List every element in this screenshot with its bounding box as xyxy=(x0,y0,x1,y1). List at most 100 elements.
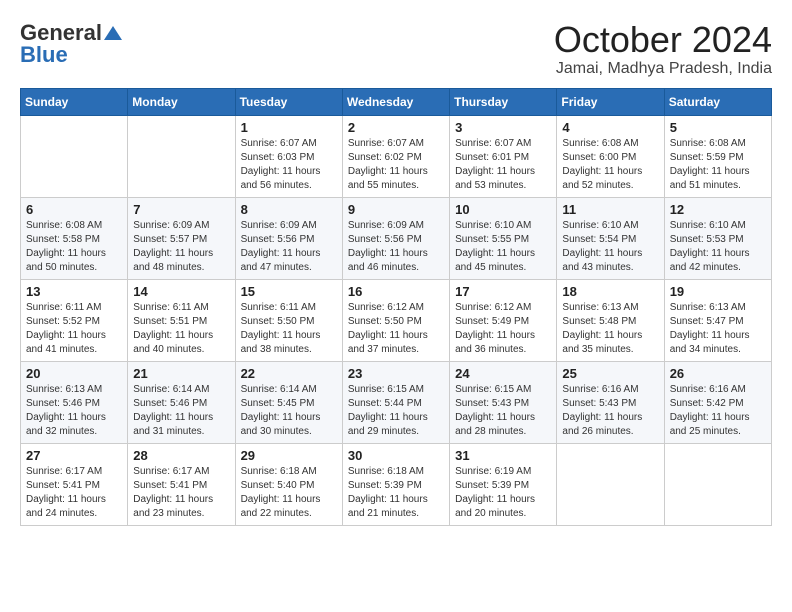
weekday-header-row: SundayMondayTuesdayWednesdayThursdayFrid… xyxy=(21,88,772,115)
day-number: 22 xyxy=(241,366,337,381)
day-detail: Sunrise: 6:10 AM Sunset: 5:54 PM Dayligh… xyxy=(562,219,658,275)
day-number: 21 xyxy=(133,366,229,381)
calendar-week-4: 20 Sunrise: 6:13 AM Sunset: 5:46 PM Dayli… xyxy=(21,361,772,443)
day-detail: Sunrise: 6:09 AM Sunset: 5:56 PM Dayligh… xyxy=(241,219,337,275)
calendar-cell: 22 Sunrise: 6:14 AM Sunset: 5:45 PM Dayli… xyxy=(235,361,342,443)
day-detail: Sunrise: 6:16 AM Sunset: 5:42 PM Dayligh… xyxy=(670,383,766,439)
calendar-cell: 9 Sunrise: 6:09 AM Sunset: 5:56 PM Daylig… xyxy=(342,197,449,279)
day-detail: Sunrise: 6:07 AM Sunset: 6:01 PM Dayligh… xyxy=(455,137,551,193)
calendar-week-2: 6Sunrise: 6:08 AM Sunset: 5:58 PM Daylig… xyxy=(21,197,772,279)
day-number: 30 xyxy=(348,448,444,463)
calendar-cell: 28Sunrise: 6:17 AM Sunset: 5:41 PM Dayli… xyxy=(128,443,235,525)
calendar-cell: 30 Sunrise: 6:18 AM Sunset: 5:39 PM Dayli… xyxy=(342,443,449,525)
month-title: October 2024 xyxy=(554,20,772,60)
weekday-sunday: Sunday xyxy=(21,88,128,115)
day-detail: Sunrise: 6:18 AM Sunset: 5:39 PM Dayligh… xyxy=(348,465,444,521)
calendar-cell: 14 Sunrise: 6:11 AM Sunset: 5:51 PM Dayli… xyxy=(128,279,235,361)
day-detail: Sunrise: 6:17 AM Sunset: 5:41 PM Dayligh… xyxy=(26,465,122,521)
calendar-cell: 5 Sunrise: 6:08 AM Sunset: 5:59 PM Daylig… xyxy=(664,115,771,197)
day-number: 5 xyxy=(670,120,766,135)
weekday-wednesday: Wednesday xyxy=(342,88,449,115)
day-detail: Sunrise: 6:18 AM Sunset: 5:40 PM Dayligh… xyxy=(241,465,337,521)
calendar-cell: 8 Sunrise: 6:09 AM Sunset: 5:56 PM Daylig… xyxy=(235,197,342,279)
day-number: 24 xyxy=(455,366,551,381)
location: Jamai, Madhya Pradesh, India xyxy=(554,60,772,78)
day-detail: Sunrise: 6:12 AM Sunset: 5:49 PM Dayligh… xyxy=(455,301,551,357)
calendar-week-5: 27 Sunrise: 6:17 AM Sunset: 5:41 PM Dayli… xyxy=(21,443,772,525)
day-number: 16 xyxy=(348,284,444,299)
weekday-monday: Monday xyxy=(128,88,235,115)
day-number: 19 xyxy=(670,284,766,299)
calendar-cell: 12 Sunrise: 6:10 AM Sunset: 5:53 PM Dayli… xyxy=(664,197,771,279)
calendar-cell: 3 Sunrise: 6:07 AM Sunset: 6:01 PM Daylig… xyxy=(450,115,557,197)
day-detail: Sunrise: 6:13 AM Sunset: 5:48 PM Dayligh… xyxy=(562,301,658,357)
logo-blue: Blue xyxy=(20,42,68,68)
calendar-week-3: 13Sunrise: 6:11 AM Sunset: 5:52 PM Dayli… xyxy=(21,279,772,361)
calendar-cell: 29Sunrise: 6:18 AM Sunset: 5:40 PM Dayli… xyxy=(235,443,342,525)
calendar-cell: 20 Sunrise: 6:13 AM Sunset: 5:46 PM Dayli… xyxy=(21,361,128,443)
day-number: 18 xyxy=(562,284,658,299)
day-number: 2 xyxy=(348,120,444,135)
calendar-cell: 23 Sunrise: 6:15 AM Sunset: 5:44 PM Dayli… xyxy=(342,361,449,443)
calendar-week-1: 1Sunrise: 6:07 AM Sunset: 6:03 PM Daylig… xyxy=(21,115,772,197)
day-detail: Sunrise: 6:15 AM Sunset: 5:44 PM Dayligh… xyxy=(348,383,444,439)
calendar-cell: 26Sunrise: 6:16 AM Sunset: 5:42 PM Dayli… xyxy=(664,361,771,443)
calendar-cell: 18 Sunrise: 6:13 AM Sunset: 5:48 PM Dayli… xyxy=(557,279,664,361)
calendar-table: SundayMondayTuesdayWednesdayThursdayFrid… xyxy=(20,88,772,526)
day-detail: Sunrise: 6:19 AM Sunset: 5:39 PM Dayligh… xyxy=(455,465,551,521)
day-detail: Sunrise: 6:11 AM Sunset: 5:50 PM Dayligh… xyxy=(241,301,337,357)
day-detail: Sunrise: 6:14 AM Sunset: 5:45 PM Dayligh… xyxy=(241,383,337,439)
day-detail: Sunrise: 6:07 AM Sunset: 6:02 PM Dayligh… xyxy=(348,137,444,193)
calendar-cell: 11Sunrise: 6:10 AM Sunset: 5:54 PM Dayli… xyxy=(557,197,664,279)
calendar-cell xyxy=(21,115,128,197)
calendar-cell: 25 Sunrise: 6:16 AM Sunset: 5:43 PM Dayli… xyxy=(557,361,664,443)
weekday-tuesday: Tuesday xyxy=(235,88,342,115)
weekday-thursday: Thursday xyxy=(450,88,557,115)
day-detail: Sunrise: 6:10 AM Sunset: 5:55 PM Dayligh… xyxy=(455,219,551,275)
calendar-cell: 27 Sunrise: 6:17 AM Sunset: 5:41 PM Dayli… xyxy=(21,443,128,525)
calendar-cell xyxy=(557,443,664,525)
calendar-cell: 2 Sunrise: 6:07 AM Sunset: 6:02 PM Daylig… xyxy=(342,115,449,197)
day-number: 10 xyxy=(455,202,551,217)
day-detail: Sunrise: 6:11 AM Sunset: 5:51 PM Dayligh… xyxy=(133,301,229,357)
day-number: 25 xyxy=(562,366,658,381)
day-number: 23 xyxy=(348,366,444,381)
calendar-cell xyxy=(128,115,235,197)
day-detail: Sunrise: 6:16 AM Sunset: 5:43 PM Dayligh… xyxy=(562,383,658,439)
day-detail: Sunrise: 6:09 AM Sunset: 5:56 PM Dayligh… xyxy=(348,219,444,275)
day-number: 31 xyxy=(455,448,551,463)
day-number: 7 xyxy=(133,202,229,217)
day-number: 9 xyxy=(348,202,444,217)
day-number: 28 xyxy=(133,448,229,463)
weekday-saturday: Saturday xyxy=(664,88,771,115)
weekday-friday: Friday xyxy=(557,88,664,115)
calendar-cell: 15Sunrise: 6:11 AM Sunset: 5:50 PM Dayli… xyxy=(235,279,342,361)
calendar-cell: 24 Sunrise: 6:15 AM Sunset: 5:43 PM Dayli… xyxy=(450,361,557,443)
day-detail: Sunrise: 6:14 AM Sunset: 5:46 PM Dayligh… xyxy=(133,383,229,439)
day-detail: Sunrise: 6:13 AM Sunset: 5:47 PM Dayligh… xyxy=(670,301,766,357)
day-detail: Sunrise: 6:08 AM Sunset: 5:59 PM Dayligh… xyxy=(670,137,766,193)
day-number: 20 xyxy=(26,366,122,381)
calendar-cell: 6Sunrise: 6:08 AM Sunset: 5:58 PM Daylig… xyxy=(21,197,128,279)
calendar-cell: 21 Sunrise: 6:14 AM Sunset: 5:46 PM Dayli… xyxy=(128,361,235,443)
day-number: 12 xyxy=(670,202,766,217)
day-number: 14 xyxy=(133,284,229,299)
calendar-cell: 16Sunrise: 6:12 AM Sunset: 5:50 PM Dayli… xyxy=(342,279,449,361)
page-header: General Blue October 2024 Jamai, Madhya … xyxy=(20,20,772,78)
day-detail: Sunrise: 6:15 AM Sunset: 5:43 PM Dayligh… xyxy=(455,383,551,439)
calendar-cell: 4Sunrise: 6:08 AM Sunset: 6:00 PM Daylig… xyxy=(557,115,664,197)
calendar-cell: 13Sunrise: 6:11 AM Sunset: 5:52 PM Dayli… xyxy=(21,279,128,361)
day-number: 17 xyxy=(455,284,551,299)
day-number: 8 xyxy=(241,202,337,217)
logo: General Blue xyxy=(20,20,122,68)
title-block: October 2024 Jamai, Madhya Pradesh, Indi… xyxy=(554,20,772,78)
day-detail: Sunrise: 6:07 AM Sunset: 6:03 PM Dayligh… xyxy=(241,137,337,193)
calendar-cell: 31 Sunrise: 6:19 AM Sunset: 5:39 PM Dayli… xyxy=(450,443,557,525)
day-detail: Sunrise: 6:11 AM Sunset: 5:52 PM Dayligh… xyxy=(26,301,122,357)
day-number: 3 xyxy=(455,120,551,135)
day-detail: Sunrise: 6:10 AM Sunset: 5:53 PM Dayligh… xyxy=(670,219,766,275)
day-detail: Sunrise: 6:13 AM Sunset: 5:46 PM Dayligh… xyxy=(26,383,122,439)
calendar-cell: 19 Sunrise: 6:13 AM Sunset: 5:47 PM Dayli… xyxy=(664,279,771,361)
day-number: 27 xyxy=(26,448,122,463)
calendar-cell: 10 Sunrise: 6:10 AM Sunset: 5:55 PM Dayli… xyxy=(450,197,557,279)
